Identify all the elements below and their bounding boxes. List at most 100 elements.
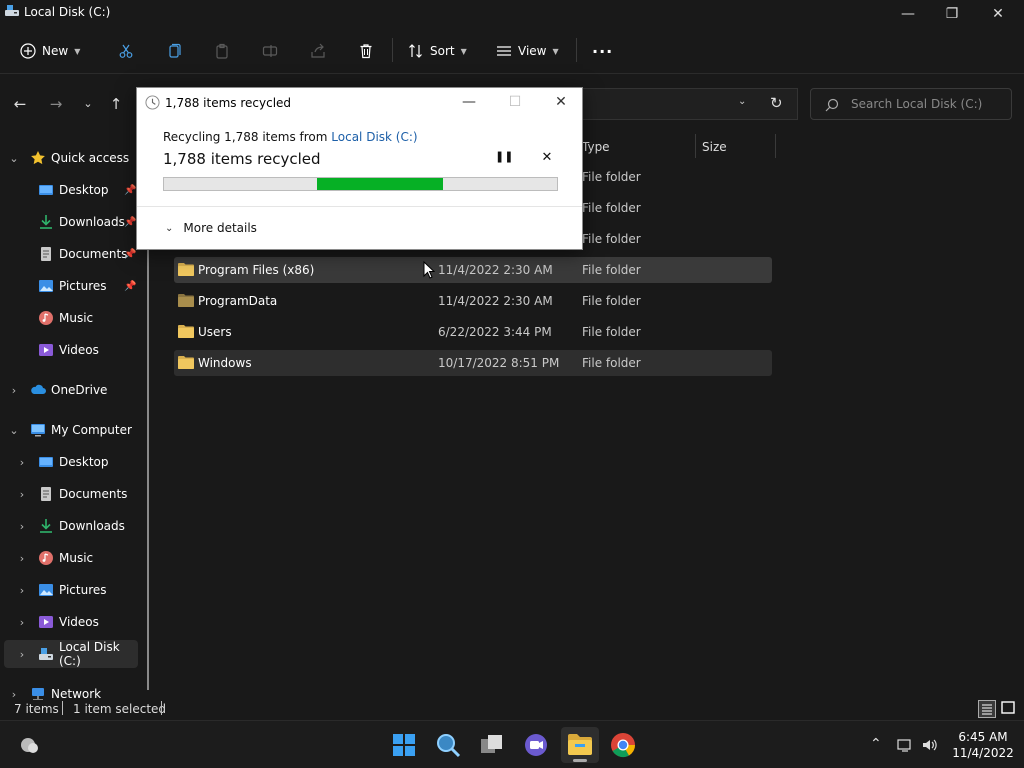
selection-count: 1 item selected [73, 702, 167, 716]
file-date: 6/22/2022 3:44 PM [438, 325, 552, 339]
chevron-down-icon[interactable]: ⌄ [9, 152, 19, 165]
chevron-right-icon[interactable]: › [9, 384, 19, 397]
table-row[interactable]: ProgramData 11/4/2022 2:30 AM File folde… [174, 288, 772, 314]
chevron-right-icon[interactable]: › [17, 552, 27, 565]
scissors-icon [119, 44, 133, 58]
pause-button[interactable]: ❚❚ [495, 150, 513, 166]
sort-button[interactable]: Sort ▼ [408, 38, 467, 64]
restore-button[interactable]: ❐ [942, 4, 962, 24]
chrome-icon[interactable] [609, 731, 637, 759]
column-divider[interactable] [695, 134, 696, 158]
search-icon[interactable] [434, 731, 462, 759]
tiles-view-button[interactable] [1000, 700, 1018, 718]
cancel-button[interactable]: ✕ [539, 150, 555, 166]
sidebar-item-music[interactable]: › Music [0, 544, 138, 572]
view-button-label: View [518, 44, 547, 58]
folder-icon [178, 356, 194, 369]
sidebar-item-label: Videos [59, 343, 99, 357]
sidebar-item-quick-access[interactable]: ⌄ Quick access [0, 144, 138, 172]
search-input[interactable]: Search Local Disk (C:) [810, 88, 1012, 120]
sidebar-item-videos[interactable]: › Videos [0, 608, 138, 636]
sidebar-item-onedrive[interactable]: › OneDrive [0, 376, 138, 404]
sidebar-item-music[interactable]: Music [0, 304, 138, 332]
table-row[interactable]: Users 6/22/2022 3:44 PM File folder [174, 319, 772, 345]
search-icon [825, 98, 839, 112]
address-bar[interactable]: ⌄ ↻ [580, 88, 798, 120]
sidebar-item-desktop[interactable]: › Desktop [0, 448, 138, 476]
sidebar-item-network[interactable]: › Network [0, 680, 138, 700]
sidebar-item-documents[interactable]: › Documents [0, 480, 138, 508]
sidebar-item-my-computer[interactable]: ⌄ My Computer [0, 416, 138, 444]
forward-button[interactable]: → [46, 94, 66, 114]
system-clock[interactable]: 6:45 AM 11/4/2022 [948, 729, 1018, 761]
network-status-icon[interactable] [897, 737, 913, 753]
column-divider[interactable] [775, 134, 776, 158]
rename-button[interactable] [262, 38, 278, 64]
pin-icon[interactable]: 📌 [124, 249, 136, 260]
table-row[interactable]: Program Files (x86) 11/4/2022 2:30 AM Fi… [174, 257, 772, 283]
see-more-button[interactable]: ··· [592, 38, 613, 64]
new-button[interactable]: New ▼ [20, 38, 80, 64]
recent-locations-button[interactable]: ⌄ [78, 94, 98, 114]
teams-chat-icon[interactable] [522, 731, 550, 759]
up-button[interactable]: ↑ [106, 94, 126, 114]
pictures-icon [39, 280, 53, 292]
chevron-right-icon[interactable]: › [17, 520, 27, 533]
delete-button[interactable] [358, 38, 374, 64]
sidebar-item-documents[interactable]: Documents 📌 [0, 240, 138, 268]
paste-button[interactable] [214, 38, 230, 64]
back-button[interactable]: ← [10, 94, 30, 114]
clock-date: 11/4/2022 [952, 746, 1014, 760]
column-header-type[interactable]: Type [582, 134, 610, 160]
dialog-minimize-button[interactable]: — [459, 92, 479, 112]
details-view-button[interactable] [978, 700, 996, 718]
sidebar-item-videos[interactable]: Videos [0, 336, 138, 364]
dialog-close-button[interactable]: ✕ [551, 92, 571, 112]
sidebar-item-label: Videos [59, 615, 99, 629]
rename-icon [262, 45, 278, 57]
chevron-down-icon[interactable]: ⌄ [738, 96, 746, 107]
progress-headline: 1,788 items recycled [163, 150, 321, 168]
volume-icon[interactable] [921, 737, 939, 753]
more-details-button[interactable]: ⌄ More details [165, 221, 257, 235]
chevron-right-icon[interactable]: › [17, 648, 27, 661]
chevron-right-icon[interactable]: › [17, 584, 27, 597]
chevron-up-icon[interactable]: ⌃ [870, 736, 882, 752]
view-button[interactable]: View ▼ [496, 38, 559, 64]
plus-circle-icon [20, 43, 36, 59]
sidebar-item-desktop[interactable]: Desktop 📌 [0, 176, 138, 204]
cut-button[interactable] [118, 38, 134, 64]
chevron-down-icon[interactable]: ⌄ [9, 424, 19, 437]
sidebar-item-label: Music [59, 551, 94, 565]
pin-icon[interactable]: 📌 [124, 185, 136, 196]
pin-icon[interactable]: 📌 [124, 217, 136, 228]
close-window-button[interactable]: ✕ [988, 4, 1008, 24]
folder-icon [178, 325, 194, 338]
recycle-progress-dialog: 1,788 items recycled — ☐ ✕ Recycling 1,7… [136, 87, 583, 250]
dialog-title: 1,788 items recycled [165, 96, 292, 110]
weather-icon[interactable] [16, 731, 44, 759]
dialog-maximize-button[interactable]: ☐ [505, 92, 525, 112]
pin-icon[interactable]: 📌 [124, 281, 136, 292]
source-location-link[interactable]: Local Disk (C:) [331, 130, 417, 144]
music-icon [39, 551, 53, 565]
copy-button[interactable] [166, 38, 182, 64]
chevron-right-icon[interactable]: › [17, 616, 27, 629]
share-button[interactable] [310, 38, 326, 64]
column-header-size[interactable]: Size [702, 134, 727, 160]
file-explorer-taskbar-button[interactable] [561, 727, 599, 763]
start-icon[interactable] [390, 731, 418, 759]
refresh-icon[interactable]: ↻ [770, 94, 783, 112]
chevron-down-icon: ▼ [460, 46, 467, 56]
sidebar-item-downloads[interactable]: Downloads 📌 [0, 208, 138, 236]
sidebar-item-pictures[interactable]: › Pictures [0, 576, 138, 604]
sidebar-item-pictures[interactable]: Pictures 📌 [0, 272, 138, 300]
task-view-icon[interactable] [478, 731, 506, 759]
chevron-right-icon[interactable]: › [17, 488, 27, 501]
chevron-right-icon[interactable]: › [17, 456, 27, 469]
sidebar-item-downloads[interactable]: › Downloads [0, 512, 138, 540]
sidebar-item-local-disk[interactable]: › Local Disk (C:) [4, 640, 138, 668]
table-row[interactable]: Windows 10/17/2022 8:51 PM File folder [174, 350, 772, 376]
file-type: File folder [582, 294, 641, 308]
minimize-button[interactable]: — [898, 4, 918, 24]
